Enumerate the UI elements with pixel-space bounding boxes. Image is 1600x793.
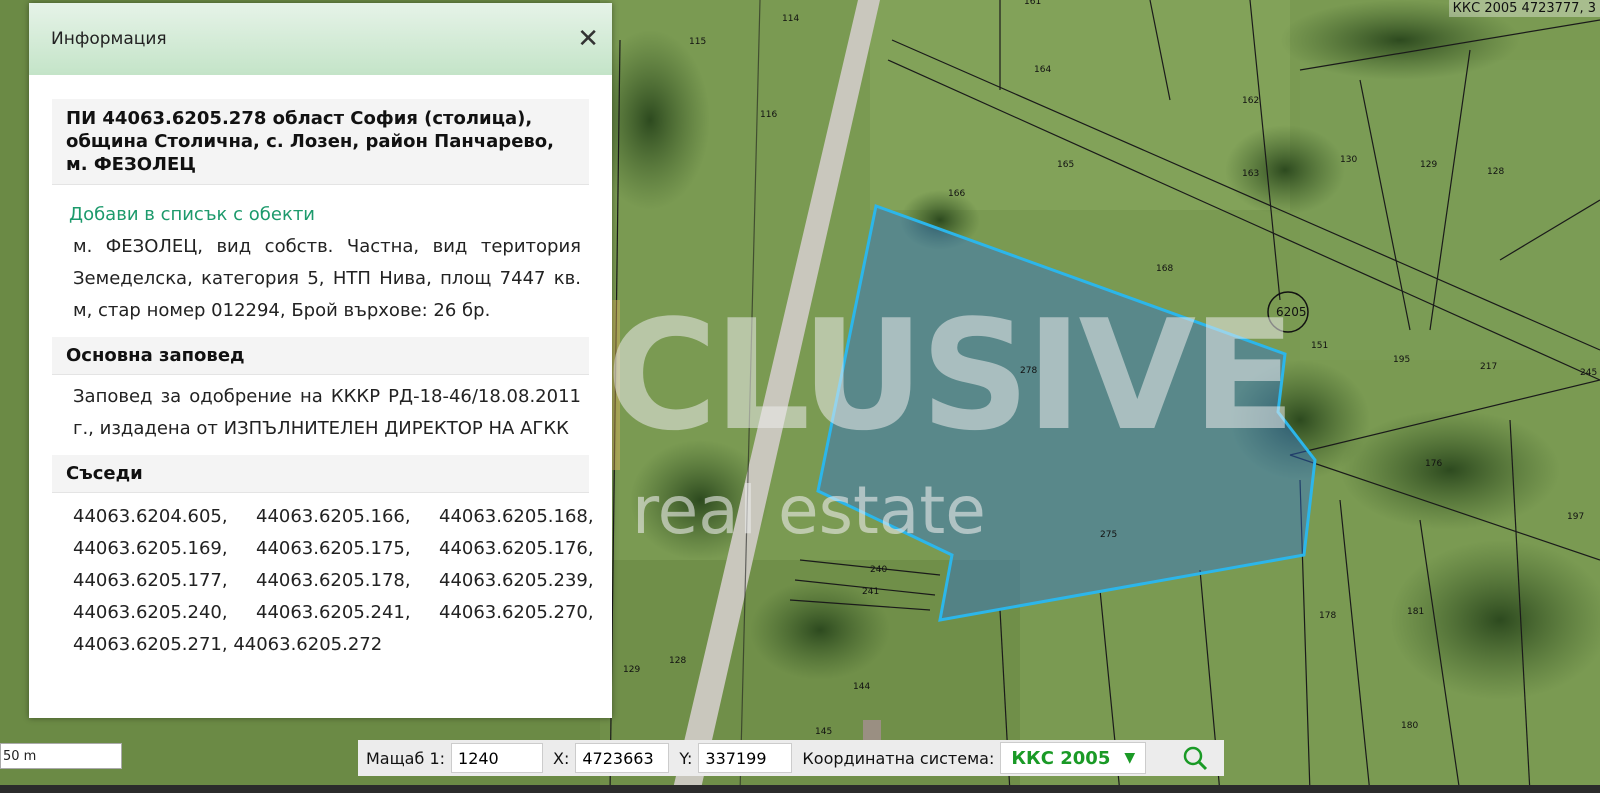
x-coordinate-input[interactable] xyxy=(575,743,670,773)
y-coordinate-input[interactable] xyxy=(698,743,793,773)
map-toolbar: Мащаб 1: X: Y: Координатна система: ККС … xyxy=(358,740,1224,776)
neighbor-item: 44063.6205.239, xyxy=(439,570,594,591)
neighbor-item: 44063.6205.169, xyxy=(73,538,228,559)
x-label: X: xyxy=(553,748,570,768)
parcel-number-label: 165 xyxy=(1057,160,1074,170)
scale-bar: 50 m xyxy=(0,743,122,769)
scale-input[interactable] xyxy=(451,743,544,773)
parcel-number-label: 217 xyxy=(1480,362,1497,372)
parcel-number-label: 166 xyxy=(948,189,965,199)
neighbor-item: 44063.6205.176, xyxy=(439,538,594,559)
neighbor-item-last: 44063.6205.271, 44063.6205.272 xyxy=(73,634,383,655)
neighbor-item: 44063.6205.241, xyxy=(256,602,411,623)
parcel-number-label: 178 xyxy=(1319,611,1336,621)
y-label: Y: xyxy=(679,748,693,768)
neighbor-item: 44063.6205.166, xyxy=(256,506,411,527)
parcel-number-label: 197 xyxy=(1567,512,1584,522)
parcel-number-label: 116 xyxy=(760,110,777,120)
parcel-number-label: 275 xyxy=(1100,530,1117,540)
parcel-number-label: 129 xyxy=(623,665,640,675)
crs-select[interactable]: ККС 2005 ▼ xyxy=(1000,742,1147,774)
parcel-number-label: 245 xyxy=(1580,368,1597,378)
parcel-number-label: 168 xyxy=(1156,264,1173,274)
parcel-number-label: 162 xyxy=(1242,96,1259,106)
parcel-number-label: 195 xyxy=(1393,355,1410,365)
parcel-number-label: 164 xyxy=(1034,65,1051,75)
parcel-number-label: 6205 xyxy=(1276,305,1307,319)
neighbor-item: 44063.6205.168, xyxy=(439,506,594,527)
parcel-number-label: 163 xyxy=(1242,169,1259,179)
parcel-details: м. ФЕЗОЛЕЦ, вид собств. Частна, вид тери… xyxy=(73,236,581,321)
parcel-number-label: 241 xyxy=(862,587,879,597)
info-panel-header: Информация ✕ xyxy=(29,3,612,75)
small-building xyxy=(863,720,881,740)
order-text: Заповед за одобрение на КККР РД-18-46/18… xyxy=(73,386,581,439)
neighbors-list: 44063.6204.605, 44063.6205.166, 44063.62… xyxy=(52,493,594,661)
parcel-number-label: 128 xyxy=(1487,167,1504,177)
info-panel: Информация ✕ ПИ 44063.6205.278 област Со… xyxy=(29,3,612,718)
bottom-bar xyxy=(0,785,1600,793)
chevron-down-icon[interactable]: ▼ xyxy=(1124,750,1135,766)
neighbor-item: 44063.6205.178, xyxy=(256,570,411,591)
neighbor-item: 44063.6205.240, xyxy=(73,602,228,623)
add-to-objects-link[interactable]: Добави в списък с обекти xyxy=(69,204,589,225)
parcel-number-label: 240 xyxy=(870,565,887,575)
parcel-number-label: 151 xyxy=(1311,341,1328,351)
parcel-number-label: 278 xyxy=(1020,366,1037,376)
parcel-number-label: 144 xyxy=(853,682,870,692)
neighbor-item: 44063.6205.175, xyxy=(256,538,411,559)
parcel-number-label: 114 xyxy=(782,14,799,24)
order-heading: Основна заповед xyxy=(52,337,589,375)
parcel-number-label: 129 xyxy=(1420,160,1437,170)
scale-label: Мащаб 1: xyxy=(366,748,446,768)
parcel-heading: ПИ 44063.6205.278 област София (столица)… xyxy=(52,99,589,185)
parcel-number-label: 180 xyxy=(1401,721,1418,731)
neighbors-heading: Съседи xyxy=(52,455,589,493)
info-panel-body: ПИ 44063.6205.278 област София (столица)… xyxy=(29,75,612,661)
coordinate-readout: ККС 2005 4723777, 3 xyxy=(1448,0,1600,17)
neighbor-item: 44063.6204.605, xyxy=(73,506,228,527)
neighbor-item: 44063.6205.270, xyxy=(439,602,594,623)
parcel-number-label: 128 xyxy=(669,656,686,666)
parcel-number-label: 181 xyxy=(1407,607,1424,617)
close-icon[interactable]: ✕ xyxy=(577,26,599,52)
parcel-number-label: 161 xyxy=(1024,0,1041,7)
parcel-number-label: 145 xyxy=(815,727,832,737)
crs-value: ККС 2005 xyxy=(1011,747,1111,769)
parcel-number-label: 130 xyxy=(1340,155,1357,165)
crs-label: Координатна система: xyxy=(802,748,995,768)
parcel-number-label: 115 xyxy=(689,37,706,47)
neighbor-item: 44063.6205.177, xyxy=(73,570,228,591)
search-icon[interactable] xyxy=(1182,745,1208,771)
parcel-number-label: 176 xyxy=(1425,459,1442,469)
info-panel-title: Информация xyxy=(51,29,167,49)
